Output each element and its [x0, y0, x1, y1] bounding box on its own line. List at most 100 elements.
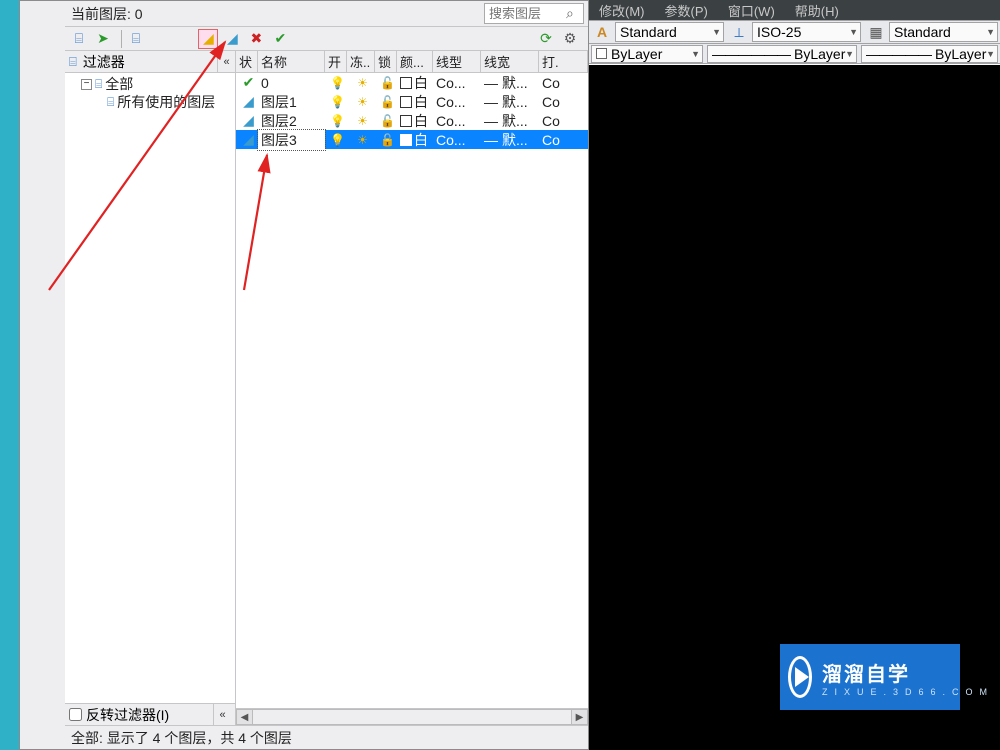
watermark: 溜溜自学 ZIXUE.3D66.COM	[780, 644, 960, 710]
on-icon[interactable]: 💡	[325, 95, 347, 109]
horizontal-scrollbar[interactable]: ◀ ▶	[236, 708, 588, 725]
refresh-button[interactable]: ⟳	[536, 29, 556, 49]
layer-name-cell[interactable]: 图层2	[258, 111, 325, 131]
textstyle-icon[interactable]: A	[591, 22, 613, 42]
lineweight-select[interactable]: ————— ByLayer ▼	[861, 45, 998, 63]
layer-state-icon[interactable]: ⌸	[69, 29, 89, 49]
dimstyle-select[interactable]: ISO-25 ▼	[752, 22, 861, 42]
scroll-track[interactable]	[253, 709, 571, 725]
search-icon[interactable]: ⌕	[566, 5, 581, 20]
col-lineweight[interactable]: 线宽	[481, 51, 539, 72]
on-icon[interactable]: 💡	[325, 133, 347, 147]
freeze-icon[interactable]: ☀	[347, 114, 375, 128]
menu-modify[interactable]: 修改(M)	[589, 1, 655, 20]
plotstyle-cell[interactable]: Co	[539, 94, 588, 110]
textstyle-select[interactable]: Standard▼	[615, 22, 724, 42]
menu-window[interactable]: 窗口(W)	[718, 1, 785, 20]
col-lock[interactable]: 锁	[375, 51, 397, 72]
rows-container: ✔0💡☀🔓白Co...—默...Co◢图层1💡☀🔓白Co...—默...Co◢图…	[236, 73, 588, 708]
freeze-icon[interactable]: ☀	[347, 76, 375, 90]
linetype-cell[interactable]: Co...	[433, 113, 481, 129]
on-icon[interactable]: 💡	[325, 114, 347, 128]
col-plot[interactable]: 打.	[539, 51, 588, 72]
filter-collapse-button[interactable]: «	[217, 51, 235, 72]
watermark-sub: ZIXUE.3D66.COM	[822, 687, 994, 697]
middle-area: ⌸ 过滤器 « − ⌸ 全部 ⌸ 所有使用的图层	[65, 51, 588, 725]
menu-help[interactable]: 帮助(H)	[785, 1, 849, 20]
settings-button[interactable]: ⚙	[560, 29, 580, 49]
invert-label: 反转过滤器(I)	[86, 705, 213, 725]
layer-row[interactable]: ◢图层1💡☀🔓白Co...—默...Co	[236, 92, 588, 111]
tree-toggle[interactable]: −	[81, 79, 92, 90]
dimstyle-icon[interactable]: ⟂	[728, 22, 750, 42]
tablestyle-select[interactable]: Standard▼	[889, 22, 998, 42]
lineweight-value: ByLayer	[935, 46, 986, 62]
layer-filter-icon[interactable]: ⌸	[126, 29, 146, 49]
layer-row[interactable]: ◢图层2💡☀🔓白Co...—默...Co	[236, 111, 588, 130]
menu-params[interactable]: 参数(P)	[655, 1, 718, 20]
col-name[interactable]: 名称	[258, 51, 325, 72]
invert-checkbox[interactable]	[69, 708, 82, 721]
filter-pane: ⌸ 过滤器 « − ⌸ 全部 ⌸ 所有使用的图层	[65, 51, 236, 725]
layer-group-icon[interactable]: ➤	[93, 29, 113, 49]
layer-name-cell[interactable]: 图层1	[258, 92, 325, 112]
color-cell[interactable]: 白	[397, 92, 433, 112]
lock-icon[interactable]: 🔓	[375, 95, 397, 109]
lineweight-cell[interactable]: —默...	[481, 92, 539, 112]
dimstyle-value: ISO-25	[757, 24, 801, 40]
linetype-value: ByLayer	[794, 46, 845, 62]
search-box: ⌕	[484, 3, 584, 24]
color-cell[interactable]: 白	[397, 111, 433, 131]
canvas-guide-line	[589, 64, 1000, 65]
plotstyle-cell[interactable]: Co	[539, 113, 588, 129]
chevron-down-icon: ▼	[986, 27, 995, 37]
lineweight-cell[interactable]: —默...	[481, 73, 539, 93]
lock-icon[interactable]: 🔓	[375, 114, 397, 128]
col-color[interactable]: 颜...	[397, 51, 433, 72]
linetype-line-icon: ——————	[712, 46, 790, 62]
tree-root[interactable]: − ⌸ 全部	[65, 75, 235, 93]
ribbon-row-1: A Standard▼ ⟂ ISO-25 ▼ ▦ Standard▼	[589, 20, 1000, 44]
chevron-down-icon: ▼	[849, 27, 858, 37]
lock-icon[interactable]: 🔓	[375, 133, 397, 147]
tree-child-icon: ⌸	[107, 95, 114, 110]
layer-glyph-icon: ◢	[236, 112, 258, 129]
layer-name-cell[interactable]: 0	[258, 75, 325, 91]
col-freeze[interactable]: 冻..	[347, 51, 375, 72]
lineweight-cell[interactable]: —默...	[481, 111, 539, 131]
lock-icon[interactable]: 🔓	[375, 76, 397, 90]
on-icon[interactable]: 💡	[325, 76, 347, 90]
col-status[interactable]: 状	[236, 51, 258, 72]
linetype-select[interactable]: —————— ByLayer ▼	[707, 45, 857, 63]
tree-child[interactable]: ⌸ 所有使用的图层	[65, 93, 235, 111]
col-on[interactable]: 开	[325, 51, 347, 72]
freeze-icon[interactable]: ☀	[347, 133, 375, 147]
layer-name-cell[interactable]: 图层3	[258, 130, 325, 150]
current-check-icon: ✔	[236, 74, 258, 91]
set-current-button[interactable]: ✔	[270, 29, 290, 49]
delete-layer-button[interactable]: ✖	[246, 29, 266, 49]
color-select[interactable]: ByLayer ▼	[591, 45, 703, 63]
color-cell[interactable]: 白	[397, 73, 433, 93]
new-layer-button[interactable]: ◢	[198, 29, 218, 49]
col-linetype[interactable]: 线型	[433, 51, 481, 72]
linetype-cell[interactable]: Co...	[433, 94, 481, 110]
chevron-down-icon: ▼	[845, 49, 854, 59]
layer-row[interactable]: ✔0💡☀🔓白Co...—默...Co	[236, 73, 588, 92]
linetype-cell[interactable]: Co...	[433, 75, 481, 91]
filter-tree[interactable]: − ⌸ 全部 ⌸ 所有使用的图层	[65, 73, 235, 703]
invert-collapse-button[interactable]: «	[213, 704, 231, 725]
color-swatch-icon	[400, 96, 412, 108]
layer-row[interactable]: ◢图层3💡☀🔓白Co...—默...Co	[236, 130, 588, 149]
scroll-left-button[interactable]: ◀	[236, 709, 253, 725]
watermark-text: 溜溜自学 ZIXUE.3D66.COM	[822, 658, 994, 697]
new-frozen-layer-button[interactable]: ◢	[222, 29, 242, 49]
plotstyle-cell[interactable]: Co	[539, 75, 588, 91]
scroll-right-button[interactable]: ▶	[571, 709, 588, 725]
tablestyle-icon[interactable]: ▦	[865, 22, 887, 42]
linetype-cell[interactable]: Co...	[433, 132, 481, 148]
lineweight-cell[interactable]: —默...	[481, 130, 539, 150]
freeze-icon[interactable]: ☀	[347, 95, 375, 109]
color-cell[interactable]: 白	[397, 130, 433, 150]
plotstyle-cell[interactable]: Co	[539, 132, 588, 148]
